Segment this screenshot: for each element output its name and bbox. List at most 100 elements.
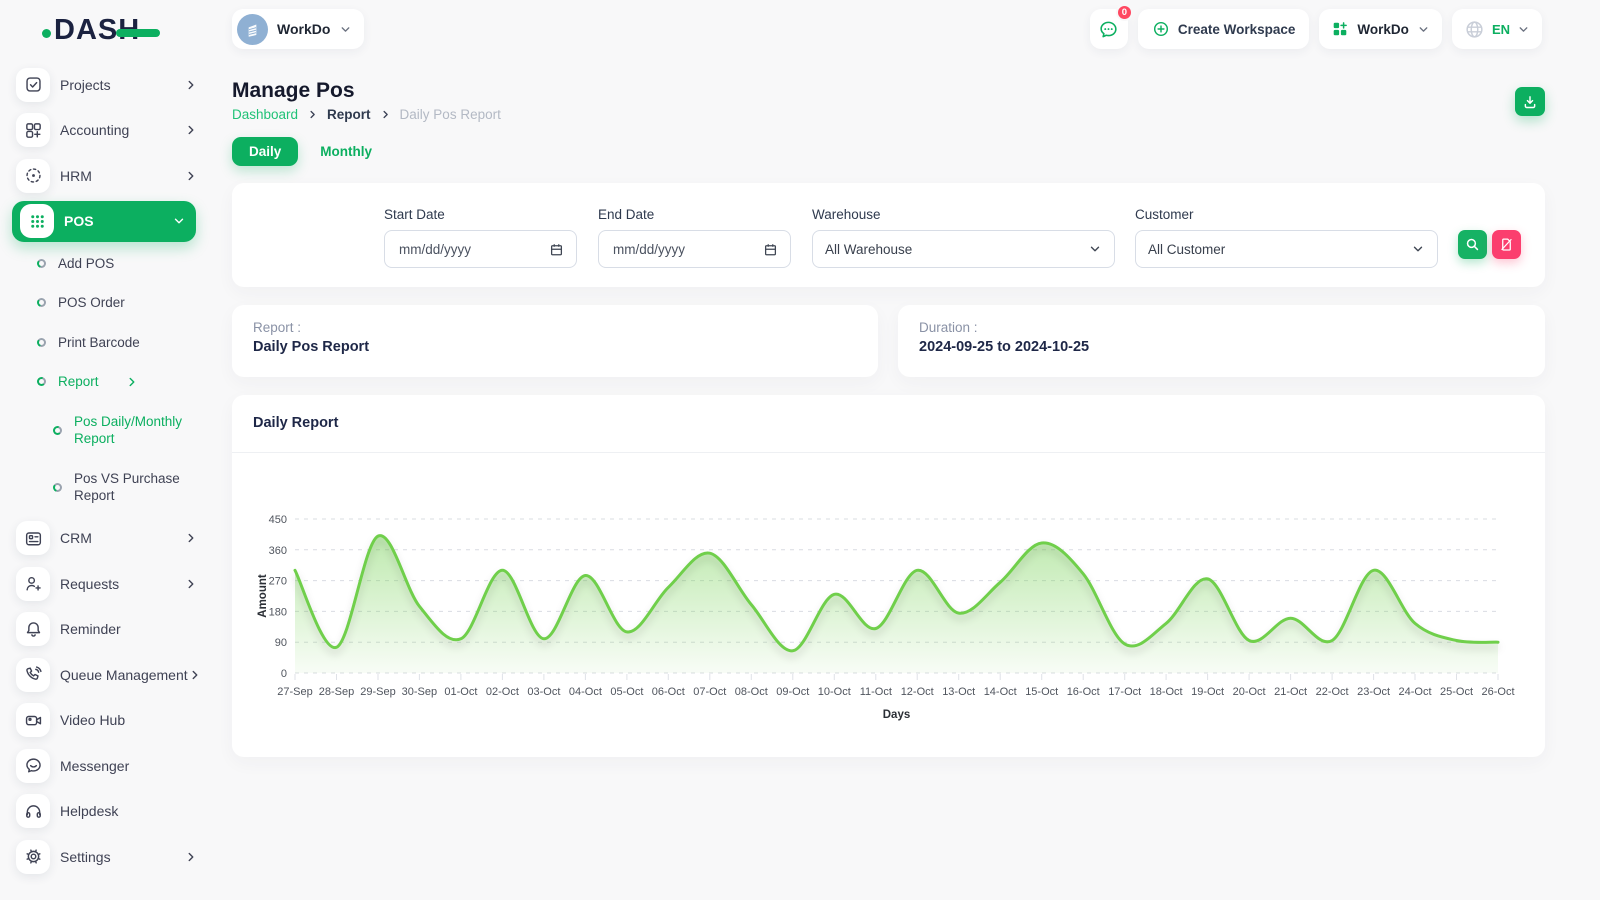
pos-icon [20,204,54,238]
messenger-icon [16,749,50,783]
sidebar-item-print-barcode[interactable]: Print Barcode [0,323,212,363]
sidebar-item-label: POS [64,213,94,229]
page-title: Manage Pos [232,79,355,103]
sidebar-item-reminder[interactable]: Reminder [0,607,212,653]
sidebar-item-label: Pos Daily/Monthly Report [74,413,194,447]
search-button[interactable] [1458,230,1487,259]
report-value: Daily Pos Report [253,339,857,355]
svg-text:Days: Days [883,709,911,721]
svg-text:16-Oct: 16-Oct [1067,686,1100,698]
sidebar-item-requests[interactable]: Requests [0,561,212,607]
file-slash-icon [1499,237,1514,252]
sidebar-item-pos-vs-purchase-report[interactable]: Pos VS Purchase Report [0,459,212,516]
svg-text:13-Oct: 13-Oct [942,686,975,698]
bullet-icon [37,338,46,347]
sidebar-item-add-pos[interactable]: Add POS [0,244,212,284]
sidebar-item-hrm[interactable]: HRM [0,153,212,199]
tab-daily[interactable]: Daily [232,137,298,166]
svg-text:28-Sep: 28-Sep [319,686,354,698]
report-summary-card: Report : Daily Pos Report [232,305,878,377]
sidebar-item-report[interactable]: Report [0,362,212,402]
bullet-icon [37,377,46,386]
chevron-right-icon [184,169,198,183]
logo-dash-icon [116,29,160,37]
bullet-icon [53,483,62,492]
workspace-switcher[interactable]: WorkDo [232,9,364,49]
workdo-menu-label: WorkDo [1357,22,1409,37]
svg-text:24-Oct: 24-Oct [1398,686,1431,698]
sidebar-item-messenger[interactable]: Messenger [0,743,212,789]
sidebar-item-pos-order[interactable]: POS Order [0,283,212,323]
workspace-name: WorkDo [277,21,330,37]
calendar-icon [763,242,778,257]
sidebar-item-label: Helpdesk [60,803,118,819]
reset-filter-button[interactable] [1492,230,1521,259]
sidebar-item-helpdesk[interactable]: Helpdesk [0,789,212,835]
sidebar-item-pos-daily-monthly-report[interactable]: Pos Daily/Monthly Report [0,402,212,459]
sidebar-item-queue-management[interactable]: Queue Management [0,652,212,698]
daily-report-card: Daily Report 09018027036045027-Sep28-Sep… [232,395,1545,757]
bullet-icon [37,298,46,307]
sidebar-item-label: Messenger [60,758,129,774]
svg-text:Amount: Amount [257,574,269,618]
chevron-right-icon [184,577,198,591]
svg-text:15-Oct: 15-Oct [1025,686,1058,698]
messages-button[interactable]: 0 [1090,9,1128,49]
duration-summary-card: Duration : 2024-09-25 to 2024-10-25 [898,305,1545,377]
svg-text:22-Oct: 22-Oct [1316,686,1349,698]
sidebar-item-projects[interactable]: Projects [0,62,212,108]
start-date-field[interactable] [397,241,549,258]
chevron-down-icon [172,214,186,228]
duration-value: 2024-09-25 to 2024-10-25 [919,339,1524,355]
workdo-menu-button[interactable]: WorkDo [1319,9,1442,49]
svg-text:26-Oct: 26-Oct [1481,686,1514,698]
customer-select[interactable]: All Customer [1135,230,1438,268]
sidebar-item-settings[interactable]: Settings [0,834,212,880]
download-icon [1522,94,1538,110]
reminder-icon [16,612,50,646]
sidebar-item-label: Report [58,374,99,389]
breadcrumb-current: Daily Pos Report [400,107,501,122]
sidebar-item-crm[interactable]: CRM [0,516,212,562]
end-date-field[interactable] [611,241,763,258]
create-workspace-button[interactable]: Create Workspace [1138,9,1310,49]
end-date-input[interactable] [598,230,791,268]
duration-label: Duration : [919,320,1524,335]
svg-text:01-Oct: 01-Oct [444,686,477,698]
sidebar-item-label: Reminder [60,621,121,637]
sidebar-item-label: Projects [60,77,111,93]
chevron-right-icon [188,668,202,682]
sidebar-item-pos[interactable]: POS [12,201,196,242]
svg-text:18-Oct: 18-Oct [1150,686,1183,698]
chevron-right-icon [307,109,318,120]
svg-text:08-Oct: 08-Oct [735,686,768,698]
language-code: EN [1492,22,1510,37]
daily-report-chart: 09018027036045027-Sep28-Sep29-Sep30-Sep0… [252,460,1523,750]
sidebar-item-label: Print Barcode [58,335,140,350]
svg-text:19-Oct: 19-Oct [1191,686,1224,698]
warehouse-select[interactable]: All Warehouse [812,230,1115,268]
breadcrumb-dashboard[interactable]: Dashboard [232,107,298,122]
queue-icon [16,658,50,692]
sidebar-item-video-hub[interactable]: Video Hub [0,698,212,744]
download-button[interactable] [1515,87,1545,116]
language-selector[interactable]: EN [1452,9,1542,49]
sidebar-item-accounting[interactable]: Accounting [0,108,212,154]
start-date-input[interactable] [384,230,577,268]
svg-text:10-Oct: 10-Oct [818,686,851,698]
svg-text:450: 450 [269,514,287,526]
report-period-tabs: Daily Monthly [232,137,382,166]
svg-text:09-Oct: 09-Oct [776,686,809,698]
sidebar-item-label: Pos VS Purchase Report [74,470,194,504]
svg-text:21-Oct: 21-Oct [1274,686,1307,698]
brand-logo[interactable]: DASH [54,14,140,50]
tab-monthly[interactable]: Monthly [310,137,382,166]
sidebar-item-label: HRM [60,168,92,184]
sidebar-nav: Projects Accounting HRM POS Add POSPOS Order… [0,62,212,880]
topbar-actions: 0 Create Workspace WorkDo EN [1090,9,1542,49]
breadcrumb-report[interactable]: Report [327,107,371,122]
crm-icon [16,521,50,555]
chevron-right-icon [125,375,139,389]
calendar-icon [549,242,564,257]
svg-text:17-Oct: 17-Oct [1108,686,1141,698]
